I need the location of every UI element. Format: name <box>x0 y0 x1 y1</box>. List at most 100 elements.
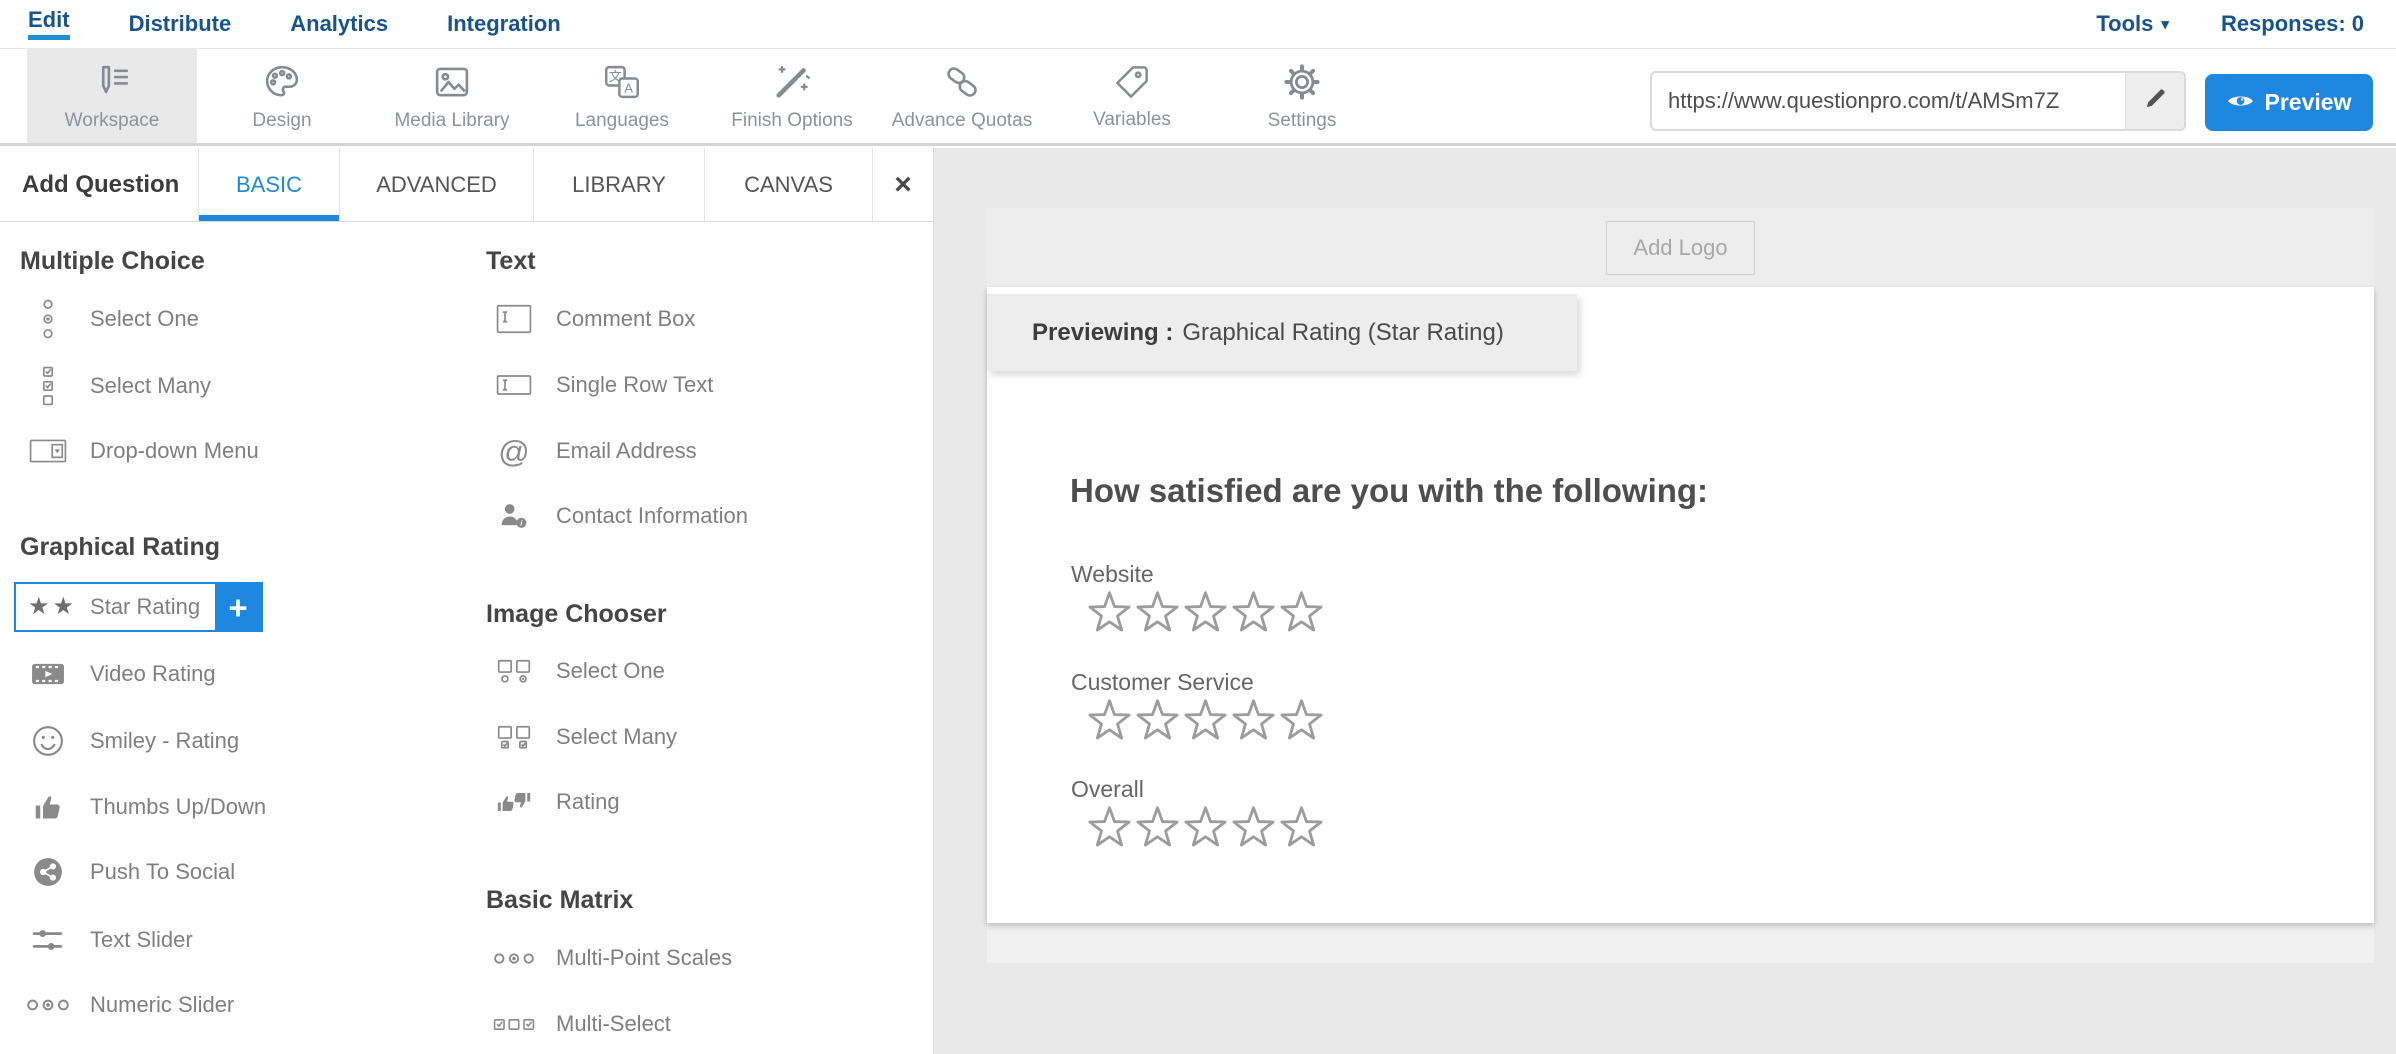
toolbar-item-workspace[interactable]: Workspace <box>27 49 197 143</box>
pencil-icon <box>2143 87 2167 116</box>
star-icon[interactable] <box>1231 804 1276 849</box>
tag-icon <box>1112 62 1152 102</box>
magic-wand-icon <box>771 61 813 103</box>
workspace-icon <box>91 61 133 103</box>
toolbar-item-finish-options[interactable]: Finish Options <box>707 49 877 143</box>
qtype-email-address[interactable]: @ Email Address <box>486 429 697 473</box>
qtype-contact-information[interactable]: i Contact Information <box>486 494 748 538</box>
qtype-smiley-rating[interactable]: Smiley - Rating <box>20 719 239 763</box>
star-icon[interactable] <box>1183 804 1228 849</box>
toolbar-item-variables[interactable]: Variables <box>1047 49 1217 143</box>
dot-circles-icon <box>486 949 542 968</box>
toolbar-item-settings[interactable]: Settings <box>1217 49 1387 143</box>
star-icon[interactable] <box>1087 697 1132 742</box>
qtype-select-many[interactable]: Select Many <box>20 364 211 408</box>
star-icon[interactable] <box>1135 589 1180 634</box>
add-star-rating-button[interactable]: + <box>215 584 261 630</box>
star-icon[interactable] <box>1087 804 1132 849</box>
star-icon[interactable] <box>1135 804 1180 849</box>
qtype-single-row-text[interactable]: Single Row Text <box>486 363 713 407</box>
close-panel-button[interactable]: × <box>872 148 933 221</box>
section-title-multiple-choice: Multiple Choice <box>20 246 205 276</box>
row-label-customer-service: Customer Service <box>1071 669 1254 696</box>
tab-basic[interactable]: BASIC <box>198 148 339 221</box>
qtype-video-rating[interactable]: Video Rating <box>20 652 216 696</box>
question-type-panel: Multiple Choice Select One Select Many D… <box>0 222 934 1054</box>
section-title-text: Text <box>486 246 536 276</box>
survey-url-input[interactable] <box>1652 88 2125 114</box>
tools-label: Tools <box>2096 11 2153 37</box>
top-nav: Edit Distribute Analytics Integration To… <box>0 0 2396 48</box>
nav-item-integration[interactable]: Integration <box>447 13 561 35</box>
chevron-down-icon: ▾ <box>2161 17 2169 32</box>
star-icon[interactable] <box>1183 589 1228 634</box>
section-title-basic-matrix: Basic Matrix <box>486 885 633 915</box>
star-icon[interactable] <box>1279 589 1324 634</box>
toolbar-item-design[interactable]: Design <box>197 49 367 143</box>
star-icon[interactable] <box>1231 697 1276 742</box>
tools-menu[interactable]: Tools ▾ <box>2096 11 2169 37</box>
qtype-multi-point-scales[interactable]: Multi-Point Scales <box>486 936 732 980</box>
thumbs-updown-icon <box>486 786 542 818</box>
qtype-dropdown-menu[interactable]: Drop-down Menu <box>20 429 259 473</box>
tab-library[interactable]: LIBRARY <box>533 148 704 221</box>
close-icon: × <box>894 170 912 200</box>
survey-footer-band <box>987 923 2374 963</box>
previewing-value: Graphical Rating (Star Rating) <box>1182 319 1503 347</box>
image-icon <box>431 61 473 103</box>
section-title-graphical-rating: Graphical Rating <box>20 532 220 562</box>
star-icon[interactable] <box>1183 697 1228 742</box>
eye-icon <box>2227 89 2254 116</box>
qtype-star-rating[interactable]: ★★ Star Rating + <box>14 582 263 632</box>
nav-item-edit[interactable]: Edit <box>28 9 70 40</box>
qtype-thumbs-updown[interactable]: Thumbs Up/Down <box>20 785 266 829</box>
sliders-icon <box>20 926 76 954</box>
star-icon[interactable] <box>1279 697 1324 742</box>
preview-stage: Add Logo Previewing : Graphical Rating (… <box>934 148 2396 1054</box>
tab-canvas[interactable]: CANVAS <box>704 148 872 221</box>
image-check-icon <box>486 725 542 750</box>
add-logo-button[interactable]: Add Logo <box>1606 221 1754 275</box>
qtype-image-rating[interactable]: Rating <box>486 780 620 824</box>
responses-count[interactable]: Responses: 0 <box>2221 11 2364 37</box>
film-icon <box>20 661 76 687</box>
qtype-select-one[interactable]: Select One <box>20 297 199 341</box>
star-icon[interactable] <box>1231 589 1276 634</box>
at-icon: @ <box>486 436 542 467</box>
edit-url-button[interactable] <box>2125 73 2184 129</box>
previewing-label: Previewing : <box>1032 319 1173 347</box>
questionpro-survey-editor: Edit Distribute Analytics Integration To… <box>0 0 2396 1054</box>
radio-stack-icon <box>20 299 76 339</box>
star-icon[interactable] <box>1135 697 1180 742</box>
qtype-image-select-one[interactable]: Select One <box>486 649 665 693</box>
toolbar-item-advance-quotas[interactable]: Advance Quotas <box>877 49 1047 143</box>
qtype-numeric-slider[interactable]: Numeric Slider <box>20 983 234 1027</box>
image-radio-icon <box>486 659 542 684</box>
toolbar-item-languages[interactable]: 文A Languages <box>537 49 707 143</box>
qtype-multi-select[interactable]: Multi-Select <box>486 1002 671 1046</box>
qtype-comment-box[interactable]: Comment Box <box>486 297 695 341</box>
row-label-overall: Overall <box>1071 776 1144 803</box>
qtype-image-select-many[interactable]: Select Many <box>486 715 677 759</box>
translate-icon: 文A <box>601 61 643 103</box>
star-icon[interactable] <box>1087 589 1132 634</box>
preview-button[interactable]: Preview <box>2205 74 2373 131</box>
share-icon <box>20 857 76 887</box>
smiley-icon <box>20 725 76 757</box>
survey-preview-body: Previewing : Graphical Rating (Star Rati… <box>987 287 2374 923</box>
toolbar-item-media-library[interactable]: Media Library <box>367 49 537 143</box>
survey-preview-card: Add Logo Previewing : Graphical Rating (… <box>987 208 2374 963</box>
nav-item-analytics[interactable]: Analytics <box>290 13 388 35</box>
star-icon[interactable] <box>1279 804 1324 849</box>
dot-circles-icon <box>20 995 76 1015</box>
single-row-icon <box>486 374 542 396</box>
qtype-push-to-social[interactable]: Push To Social <box>20 850 235 894</box>
qtype-text-slider[interactable]: Text Slider <box>20 918 193 962</box>
add-question-tabbar: Add Question BASIC ADVANCED LIBRARY CANV… <box>0 148 934 222</box>
contact-icon: i <box>486 502 542 530</box>
tab-advanced[interactable]: ADVANCED <box>339 148 533 221</box>
star-rating-row-website <box>1087 589 1324 634</box>
question-title: How satisfied are you with the following… <box>1070 472 1708 510</box>
nav-item-distribute[interactable]: Distribute <box>129 13 232 35</box>
checkbox-stack-icon <box>20 366 76 406</box>
